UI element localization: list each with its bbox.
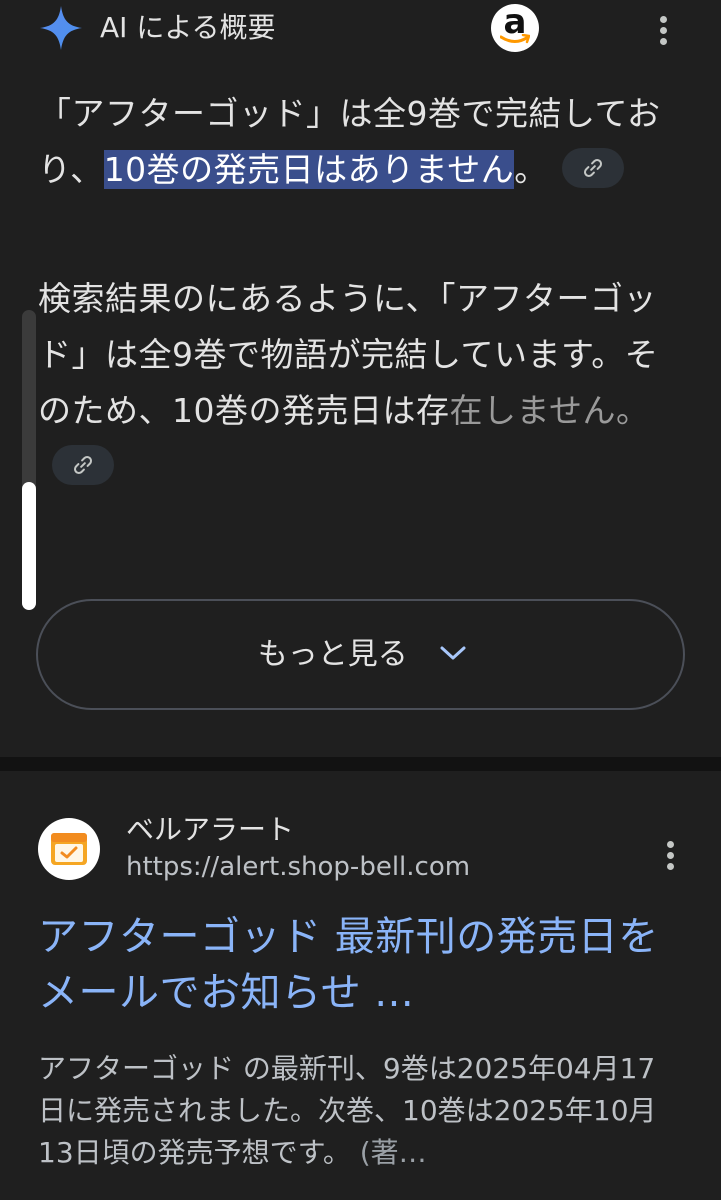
sparkle-icon <box>40 6 82 50</box>
paragraph-1-end: 。 <box>514 150 548 189</box>
show-more-label: もっと見る <box>257 637 408 672</box>
ai-overview-paragraph-1: 「アフターゴッド」は全9巻で完結しており、10巻の発売日はありません。 <box>38 86 668 198</box>
amazon-logo-icon[interactable]: a <box>491 2 539 52</box>
search-result: ベルアラート https://alert.shop-bell.com アフターゴ… <box>0 771 721 1200</box>
page: AI による概要 a 「アフターゴッド」は全9巻で完結しており、10巻の発売日は… <box>0 0 721 1200</box>
source-link-button[interactable] <box>561 147 624 188</box>
chevron-down-icon <box>440 646 466 659</box>
more-vert-icon[interactable] <box>654 10 674 50</box>
highlighted-answer: 10巻の発売日はありません <box>103 150 515 189</box>
snippet-faded-text: (著… <box>350 1136 427 1169</box>
amazon-smile-icon <box>500 34 530 44</box>
result-snippet: アフターゴッド の最新刊、9巻は2025年04月17日に発売されました。次巻、1… <box>38 1048 678 1174</box>
more-vert-icon[interactable] <box>661 835 681 875</box>
result-site-name[interactable]: ベルアラート <box>126 811 294 849</box>
site-favicon[interactable] <box>38 818 100 880</box>
ai-overview-header: AI による概要 a <box>0 0 721 60</box>
ai-overview-paragraph-2: 検索結果のにあるように、「アフターゴッド」は全9巻で物語が完結しています。そのた… <box>38 271 668 495</box>
snippet-text: アフターゴッド の最新刊、9巻は2025年04月17日に発売されました。次巻、1… <box>38 1052 657 1169</box>
result-site-url[interactable]: https://alert.shop-bell.com <box>126 849 470 885</box>
ai-overview-card: AI による概要 a 「アフターゴッド」は全9巻で完結しており、10巻の発売日は… <box>0 0 721 757</box>
result-title-link[interactable]: アフターゴッド 最新刊の発売日をメールでお知らせ ... <box>38 909 688 1021</box>
ai-overview-title: AI による概要 <box>100 11 276 44</box>
scrollbar[interactable] <box>22 310 36 610</box>
link-icon <box>73 455 93 474</box>
section-divider <box>0 757 721 771</box>
link-icon <box>583 158 602 177</box>
paragraph-2-faded-text: 在しません。 <box>449 391 650 430</box>
calendar-favicon-icon <box>51 833 87 865</box>
source-link-button[interactable] <box>52 444 114 485</box>
scrollbar-thumb[interactable] <box>22 482 36 610</box>
show-more-button[interactable]: もっと見る <box>36 599 685 710</box>
